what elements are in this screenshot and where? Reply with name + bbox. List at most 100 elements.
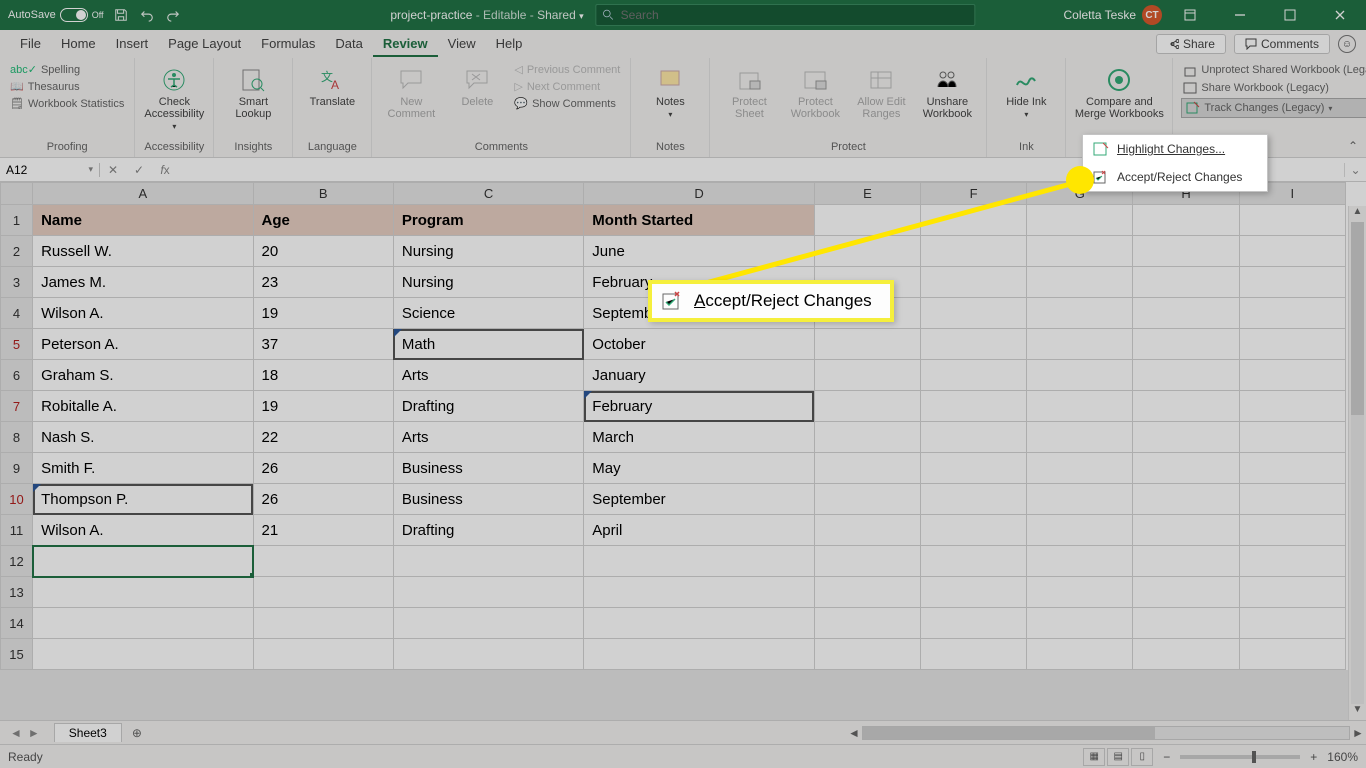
cell[interactable] <box>1133 236 1239 267</box>
tab-help[interactable]: Help <box>486 32 533 57</box>
page-break-icon[interactable]: ▯ <box>1131 748 1153 766</box>
cell[interactable] <box>921 639 1027 670</box>
cell[interactable] <box>253 608 393 639</box>
row-header[interactable]: 10 <box>1 484 33 515</box>
cell[interactable] <box>1133 329 1239 360</box>
close-icon[interactable] <box>1318 0 1362 30</box>
cell[interactable] <box>1239 515 1345 546</box>
cell[interactable] <box>1239 391 1345 422</box>
accept-reject-item[interactable]: Accept/Reject Changes <box>1083 163 1267 191</box>
cell[interactable] <box>393 608 583 639</box>
cell[interactable]: May <box>584 453 815 484</box>
tab-data[interactable]: Data <box>325 32 372 57</box>
cell[interactable] <box>33 546 253 577</box>
cell[interactable]: Thompson P. <box>33 484 253 515</box>
tab-insert[interactable]: Insert <box>106 32 159 57</box>
cell[interactable] <box>393 639 583 670</box>
sheet-nav-prev-icon[interactable]: ◄ <box>10 726 22 740</box>
tab-view[interactable]: View <box>438 32 486 57</box>
cell[interactable]: Wilson A. <box>33 298 253 329</box>
cell[interactable] <box>814 577 920 608</box>
add-sheet-icon[interactable]: ⊕ <box>122 726 152 740</box>
delete-comment-button[interactable]: Delete <box>446 62 508 108</box>
cell[interactable] <box>253 546 393 577</box>
cell[interactable]: James M. <box>33 267 253 298</box>
row-header[interactable]: 13 <box>1 577 33 608</box>
cell[interactable]: April <box>584 515 815 546</box>
row-header[interactable]: 3 <box>1 267 33 298</box>
cell[interactable]: 18 <box>253 360 393 391</box>
cell[interactable]: 37 <box>253 329 393 360</box>
feedback-icon[interactable]: ☺ <box>1338 35 1356 53</box>
cell[interactable] <box>393 546 583 577</box>
cell[interactable]: 21 <box>253 515 393 546</box>
cell[interactable] <box>814 484 920 515</box>
zoom-slider[interactable] <box>1180 755 1300 759</box>
cell[interactable] <box>1239 639 1345 670</box>
cell[interactable]: Drafting <box>393 391 583 422</box>
scroll-up-icon[interactable]: ▲ <box>1349 206 1366 222</box>
cell[interactable] <box>1133 546 1239 577</box>
cell[interactable]: October <box>584 329 815 360</box>
cell[interactable] <box>921 608 1027 639</box>
unshare-workbook-button[interactable]: Unshare Workbook <box>916 62 978 120</box>
spelling-button[interactable]: abc✓Spelling <box>8 62 126 77</box>
cell[interactable] <box>814 391 920 422</box>
enter-formula-icon[interactable]: ✓ <box>126 163 152 177</box>
cell[interactable] <box>1239 360 1345 391</box>
cell[interactable] <box>1133 484 1239 515</box>
cell[interactable] <box>921 484 1027 515</box>
cell[interactable]: 26 <box>253 484 393 515</box>
cell[interactable] <box>1027 577 1133 608</box>
thesaurus-button[interactable]: 📖Thesaurus <box>8 79 126 94</box>
cell[interactable]: Russell W. <box>33 236 253 267</box>
cell[interactable] <box>1239 236 1345 267</box>
redo-icon[interactable] <box>164 6 182 24</box>
cell[interactable] <box>1239 329 1345 360</box>
column-header-C[interactable]: C <box>393 183 583 205</box>
scroll-track[interactable] <box>1351 222 1364 704</box>
cell[interactable]: March <box>584 422 815 453</box>
column-header-B[interactable]: B <box>253 183 393 205</box>
cell[interactable] <box>921 546 1027 577</box>
vertical-scrollbar[interactable]: ▲ ▼ <box>1348 206 1366 720</box>
cell[interactable]: Program <box>393 205 583 236</box>
unprotect-shared-button[interactable]: Unprotect Shared Workbook (Legacy) <box>1181 62 1366 78</box>
cell[interactable] <box>253 639 393 670</box>
share-button[interactable]: Share <box>1156 34 1226 54</box>
show-comments-button[interactable]: 💬 Show Comments <box>512 96 622 111</box>
cell[interactable] <box>253 577 393 608</box>
cell[interactable] <box>584 639 815 670</box>
search-input[interactable] <box>621 8 969 22</box>
tab-file[interactable]: File <box>10 32 51 57</box>
user-avatar[interactable]: CT <box>1142 5 1162 25</box>
cell[interactable] <box>1239 484 1345 515</box>
zoom-in-icon[interactable]: + <box>1310 750 1317 764</box>
cell[interactable] <box>1027 453 1133 484</box>
cell[interactable]: Graham S. <box>33 360 253 391</box>
comments-button[interactable]: Comments <box>1234 34 1330 54</box>
cell[interactable]: January <box>584 360 815 391</box>
expand-formula-icon[interactable]: ⌄ <box>1344 163 1366 177</box>
cell[interactable] <box>1027 329 1133 360</box>
normal-view-icon[interactable]: ▦ <box>1083 748 1105 766</box>
hide-ink-button[interactable]: Hide Ink▾ <box>995 62 1057 119</box>
cell[interactable] <box>814 608 920 639</box>
select-all-corner[interactable] <box>1 183 33 205</box>
cell[interactable]: Drafting <box>393 515 583 546</box>
cell[interactable] <box>584 577 815 608</box>
sheet-nav-next-icon[interactable]: ► <box>28 726 40 740</box>
share-workbook-button[interactable]: Share Workbook (Legacy) <box>1181 80 1366 96</box>
cell[interactable] <box>1133 515 1239 546</box>
row-header[interactable]: 4 <box>1 298 33 329</box>
cell[interactable]: February <box>584 391 815 422</box>
cell[interactable] <box>1027 515 1133 546</box>
row-header[interactable]: 8 <box>1 422 33 453</box>
row-header[interactable]: 7 <box>1 391 33 422</box>
cell[interactable]: 19 <box>253 298 393 329</box>
cell[interactable]: Wilson A. <box>33 515 253 546</box>
cell[interactable]: 23 <box>253 267 393 298</box>
cell[interactable] <box>1027 608 1133 639</box>
scroll-track[interactable] <box>862 726 1350 740</box>
row-header[interactable]: 9 <box>1 453 33 484</box>
